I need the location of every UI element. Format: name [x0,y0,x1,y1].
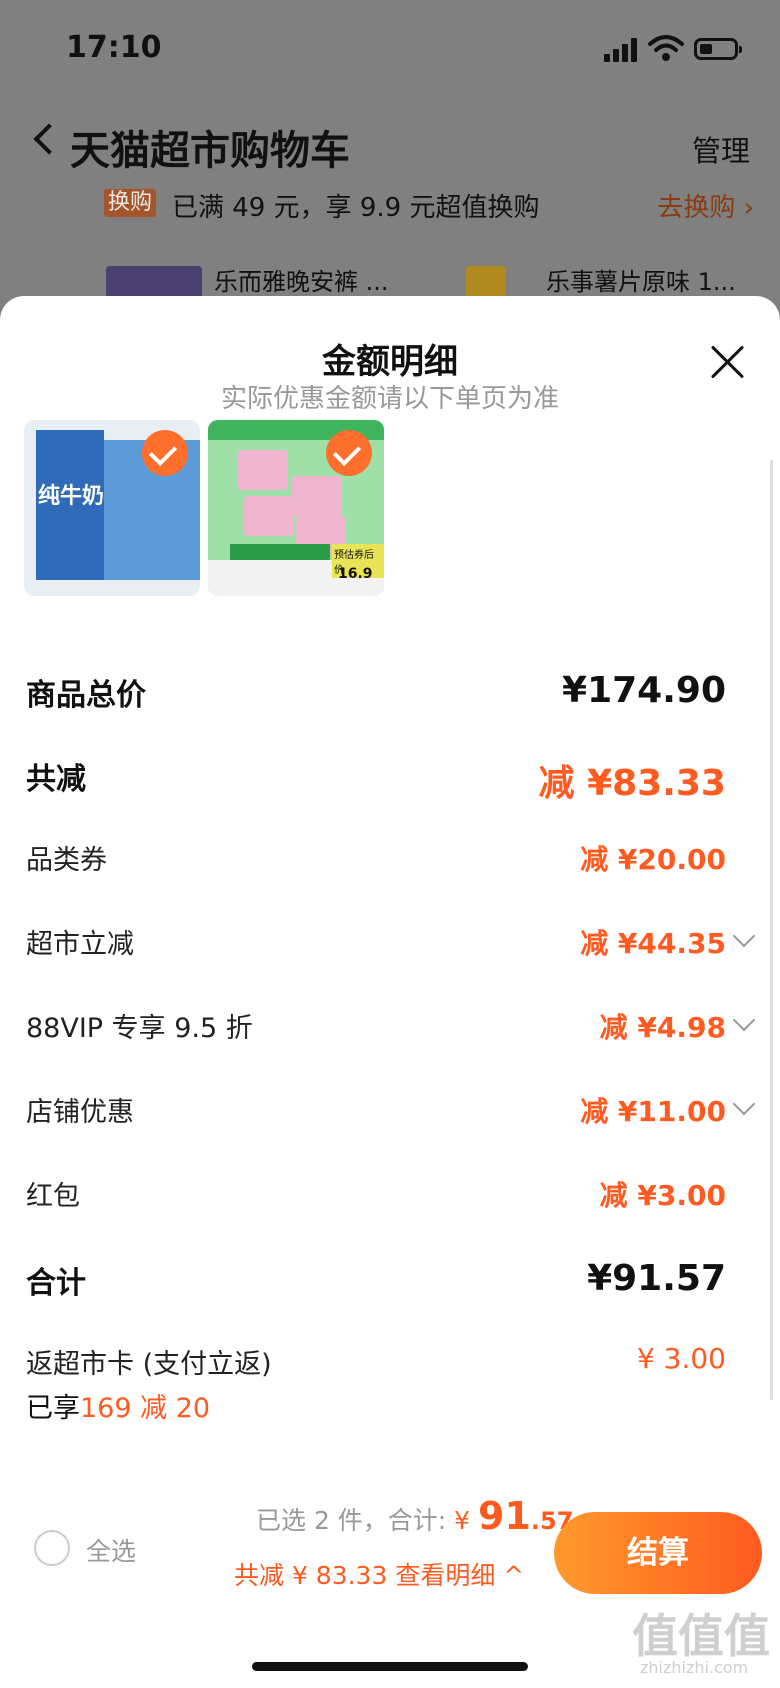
row-shop-discount[interactable]: 店铺优惠 减 ¥11.00 [26,1090,756,1140]
checkout-bar: 已享169 减 20 全选 已选 2 件，合计: ¥ 91.57 共减 ¥ 83… [0,1393,780,1688]
row-value: ¥ 3.00 [636,1342,726,1375]
checked-icon[interactable] [142,430,188,476]
row-value: 减 ¥11.00 [580,1095,726,1128]
row-label: 商品总价 [26,678,146,713]
select-all-label[interactable]: 全选 [86,1532,136,1568]
product-label: 纯牛奶 [38,484,105,509]
currency-symbol: ¥ [454,1506,479,1535]
row-value: 减 ¥44.35 [580,927,726,960]
row-label: 超市立减 [26,929,134,960]
chevron-down-icon[interactable] [732,1008,756,1032]
view-details-link[interactable]: 共减 ¥ 83.33 查看明细 ^ [234,1556,524,1592]
enjoyed-prefix: 已享 [26,1393,80,1424]
battery-icon [694,38,742,60]
signal-icon [604,38,638,62]
order-summary: 已选 2 件，合计: ¥ 91.57 [256,1494,573,1538]
status-bar: 17:10 [0,0,780,100]
row-label: 店铺优惠 [26,1097,134,1128]
row-value: 减 ¥20.00 [580,843,726,876]
wifi-icon [648,35,684,61]
close-icon[interactable] [708,342,748,382]
watermark-domain: zhizhizhi.com [640,1658,749,1677]
checked-icon[interactable] [326,430,372,476]
chevron-down-icon[interactable] [732,924,756,948]
row-cashback: 返超市卡 (支付立返) ¥ 3.00 [26,1342,754,1392]
promo-banner: 换购 已满 49 元，享 9.9 元超值换购 去换购 › [104,185,754,225]
scrollbar[interactable] [770,460,773,1400]
row-value: 减 ¥4.98 [599,1011,726,1044]
row-value: ¥91.57 [587,1258,726,1299]
row-subtotal: 商品总价 ¥174.90 [26,670,754,720]
product-price: 16.9 [338,566,373,582]
sheet-title: 金额明细 [322,342,458,382]
row-total: 合计 ¥91.57 [26,1258,754,1308]
status-time: 17:10 [66,30,162,65]
enjoyed-deal-value: 169 减 20 [80,1393,211,1424]
row-category-coupon: 品类券 减 ¥20.00 [26,838,754,888]
row-label: 88VIP 专享 9.5 折 [26,1013,253,1044]
row-instant-discount[interactable]: 超市立减 减 ¥44.35 [26,922,756,972]
watermark-logo: 值值值 [632,1609,770,1663]
page-title: 天猫超市购物车 [70,128,350,174]
selected-count-text: 已选 2 件，合计: [256,1506,455,1535]
row-value: 减 ¥3.00 [599,1179,726,1212]
swap-badge: 换购 [104,189,157,217]
row-value: ¥174.90 [562,670,726,711]
home-indicator[interactable] [252,1662,528,1671]
row-red-packet: 红包 减 ¥3.00 [26,1174,754,1224]
manage-button[interactable]: 管理 [692,128,750,170]
row-vip-discount[interactable]: 88VIP 专享 9.5 折 减 ¥4.98 [26,1006,756,1056]
sheet-subtitle: 实际优惠金额请以下单页为准 [220,384,559,414]
checkout-button[interactable]: 结算 [554,1512,762,1594]
select-all-checkbox[interactable] [34,1530,70,1566]
row-label: 返超市卡 (支付立返) [26,1349,272,1380]
chevron-down-icon[interactable] [732,1092,756,1116]
row-label: 红包 [26,1181,80,1212]
row-label: 共减 [26,762,86,797]
go-swap-link[interactable]: 去换购 › [657,187,754,224]
promo-text: 已满 49 元，享 9.9 元超值换购 [172,193,540,223]
row-value: 减 ¥83.33 [538,763,726,804]
total-price-main: 91 [478,1494,531,1538]
row-label: 合计 [26,1266,86,1301]
row-total-discount: 共减 减 ¥83.33 [26,754,754,804]
enjoyed-deal: 已享169 减 20 [26,1386,210,1425]
row-label: 品类券 [26,845,107,876]
